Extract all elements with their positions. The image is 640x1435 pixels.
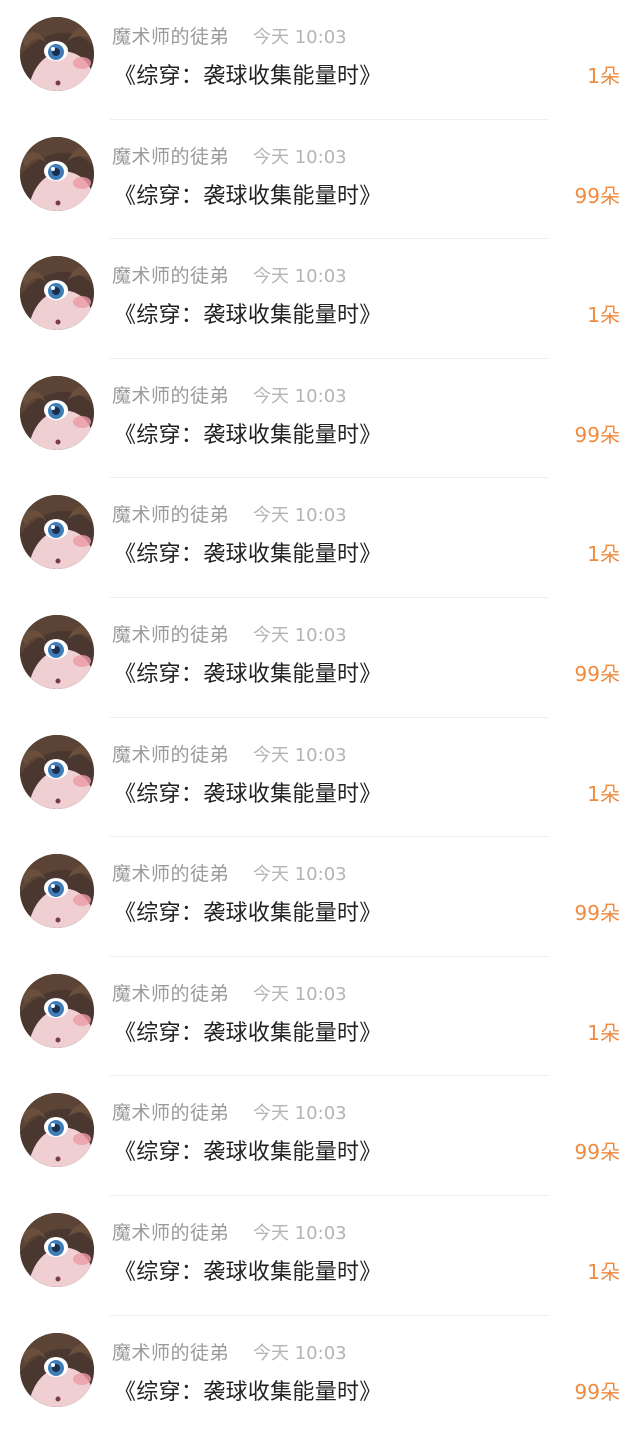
list-item[interactable]: 魔术师的徒弟 今天 10:03 《综穿：袭球收集能量时》 1朵 [0, 718, 640, 838]
list-item[interactable]: 魔术师的徒弟 今天 10:03 《综穿：袭球收集能量时》 99朵 [0, 837, 640, 957]
username[interactable]: 魔术师的徒弟 [112, 1218, 229, 1245]
username[interactable]: 魔术师的徒弟 [112, 381, 229, 408]
gift-count: 1朵 [587, 64, 620, 88]
list-item[interactable]: 魔术师的徒弟 今天 10:03 《综穿：袭球收集能量时》 1朵 [0, 0, 640, 120]
username[interactable]: 魔术师的徒弟 [112, 1098, 229, 1125]
avatar-icon[interactable] [20, 1332, 94, 1407]
list-item[interactable]: 魔术师的徒弟 今天 10:03 《综穿：袭球收集能量时》 99朵 [0, 120, 640, 240]
gift-count: 99朵 [574, 1379, 620, 1404]
username[interactable]: 魔术师的徒弟 [112, 620, 229, 647]
username[interactable]: 魔术师的徒弟 [112, 859, 229, 886]
gift-count: 1朵 [587, 542, 620, 567]
username[interactable]: 魔术师的徒弟 [112, 261, 229, 288]
gift-count: 1朵 [587, 1020, 620, 1045]
timestamp: 今天 10:03 [253, 266, 347, 288]
timestamp: 今天 10:03 [253, 1103, 347, 1125]
list-item[interactable]: 魔术师的徒弟 今天 10:03 《综穿：袭球收集能量时》 99朵 [0, 359, 640, 479]
avatar-icon[interactable] [20, 136, 94, 211]
book-title[interactable]: 《综穿：袭球收集能量时》 [114, 536, 382, 568]
avatar-icon[interactable] [20, 614, 94, 689]
username[interactable]: 魔术师的徒弟 [112, 22, 229, 49]
gift-count: 99朵 [574, 1140, 620, 1165]
avatar-icon[interactable] [20, 495, 94, 570]
timestamp: 今天 10:03 [253, 983, 347, 1005]
book-title[interactable]: 《综穿：袭球收集能量时》 [114, 1015, 382, 1047]
book-title[interactable]: 《综穿：袭球收集能量时》 [114, 656, 382, 688]
book-title[interactable]: 《综穿：袭球收集能量时》 [114, 178, 382, 210]
username[interactable]: 魔术师的徒弟 [112, 500, 229, 527]
book-title[interactable]: 《综穿：袭球收集能量时》 [114, 58, 382, 90]
username[interactable]: 魔术师的徒弟 [112, 740, 229, 767]
gift-count: 1朵 [587, 1259, 620, 1284]
book-title[interactable]: 《综穿：袭球收集能量时》 [114, 297, 382, 329]
book-title[interactable]: 《综穿：袭球收集能量时》 [114, 895, 382, 927]
list-item[interactable]: 魔术师的徒弟 今天 10:03 《综穿：袭球收集能量时》 99朵 [0, 1076, 640, 1196]
avatar-icon[interactable] [20, 854, 94, 929]
timestamp: 今天 10:03 [253, 744, 347, 766]
avatar-icon[interactable] [20, 375, 94, 450]
gift-count: 1朵 [587, 781, 620, 806]
list-item[interactable]: 魔术师的徒弟 今天 10:03 《综穿：袭球收集能量时》 1朵 [0, 1196, 640, 1316]
list-item[interactable]: 魔术师的徒弟 今天 10:03 《综穿：袭球收集能量时》 99朵 [0, 1316, 640, 1435]
list-item[interactable]: 魔术师的徒弟 今天 10:03 《综穿：袭球收集能量时》 1朵 [0, 478, 640, 598]
timestamp: 今天 10:03 [253, 624, 347, 646]
list-item[interactable]: 魔术师的徒弟 今天 10:03 《综穿：袭球收集能量时》 99朵 [0, 598, 640, 718]
timestamp: 今天 10:03 [253, 385, 347, 407]
avatar-icon[interactable] [20, 973, 94, 1048]
book-title[interactable]: 《综穿：袭球收集能量时》 [114, 1134, 382, 1166]
gift-count: 1朵 [587, 303, 620, 328]
book-title[interactable]: 《综穿：袭球收集能量时》 [114, 1254, 382, 1286]
list-item[interactable]: 魔术师的徒弟 今天 10:03 《综穿：袭球收集能量时》 1朵 [0, 239, 640, 359]
timestamp: 今天 10:03 [253, 146, 347, 168]
gift-count: 99朵 [574, 422, 620, 447]
avatar-icon[interactable] [20, 1093, 94, 1168]
book-title[interactable]: 《综穿：袭球收集能量时》 [114, 417, 382, 449]
username[interactable]: 魔术师的徒弟 [112, 979, 229, 1006]
list-item[interactable]: 魔术师的徒弟 今天 10:03 《综穿：袭球收集能量时》 1朵 [0, 957, 640, 1077]
timestamp: 今天 10:03 [253, 1222, 347, 1244]
timestamp: 今天 10:03 [253, 27, 347, 48]
avatar-icon[interactable] [20, 1212, 94, 1287]
gift-count: 99朵 [574, 661, 620, 686]
timestamp: 今天 10:03 [253, 1342, 347, 1364]
timestamp: 今天 10:03 [253, 505, 347, 527]
book-title[interactable]: 《综穿：袭球收集能量时》 [114, 1374, 382, 1406]
book-title[interactable]: 《综穿：袭球收集能量时》 [114, 776, 382, 808]
timestamp: 今天 10:03 [253, 864, 347, 886]
gift-count: 99朵 [574, 901, 620, 926]
gift-message-list: 魔术师的徒弟 今天 10:03 《综穿：袭球收集能量时》 1朵 魔术师的徒弟 今… [0, 0, 640, 1418]
avatar-icon[interactable] [20, 734, 94, 809]
gift-count: 99朵 [574, 183, 620, 208]
avatar-icon[interactable] [20, 256, 94, 331]
avatar-icon[interactable] [20, 17, 94, 91]
username[interactable]: 魔术师的徒弟 [112, 142, 229, 169]
username[interactable]: 魔术师的徒弟 [112, 1338, 229, 1365]
